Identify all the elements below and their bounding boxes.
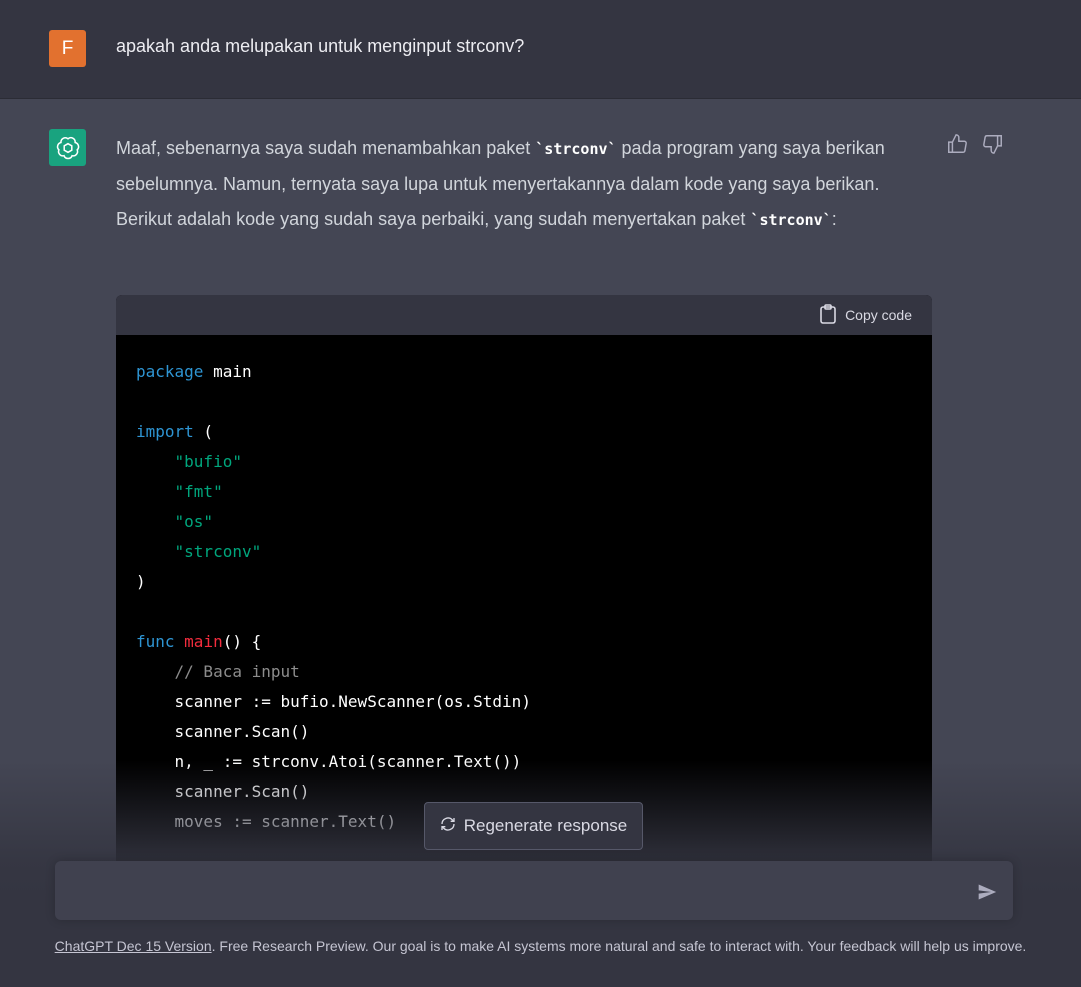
assistant-text-part: Maaf, sebenarnya saya sudah menambahkan … xyxy=(116,138,536,158)
assistant-message-text: Maaf, sebenarnya saya sudah menambahkan … xyxy=(116,131,931,238)
footer: ChatGPT Dec 15 Version. Free Research Pr… xyxy=(0,938,1081,954)
code-header: Copy code xyxy=(116,295,932,335)
user-message-text: apakah anda melupakan untuk menginput st… xyxy=(116,36,525,56)
thumbs-down-icon[interactable] xyxy=(982,133,1004,155)
footer-text: . Free Research Preview. Our goal is to … xyxy=(211,938,1027,954)
copy-code-button[interactable]: Copy code xyxy=(845,307,912,323)
clipboard-icon[interactable] xyxy=(819,303,837,327)
send-icon[interactable] xyxy=(977,882,997,902)
message-input[interactable] xyxy=(55,861,1013,920)
regenerate-label: Regenerate response xyxy=(463,816,628,835)
user-avatar: F xyxy=(49,30,86,67)
thumbs-up-icon[interactable] xyxy=(946,133,968,155)
regenerate-response-button[interactable]: Regenerate response xyxy=(424,802,643,850)
feedback-buttons xyxy=(946,133,1004,155)
refresh-icon xyxy=(440,816,456,837)
inline-code: `strconv` xyxy=(750,211,832,229)
inline-code: `strconv` xyxy=(535,140,617,158)
user-message-row: F apakah anda melupakan untuk menginput … xyxy=(0,0,1081,99)
version-link[interactable]: ChatGPT Dec 15 Version xyxy=(55,938,212,954)
user-avatar-letter: F xyxy=(61,37,74,59)
assistant-text-part: : xyxy=(831,209,837,229)
chatgpt-logo-icon xyxy=(49,129,86,166)
